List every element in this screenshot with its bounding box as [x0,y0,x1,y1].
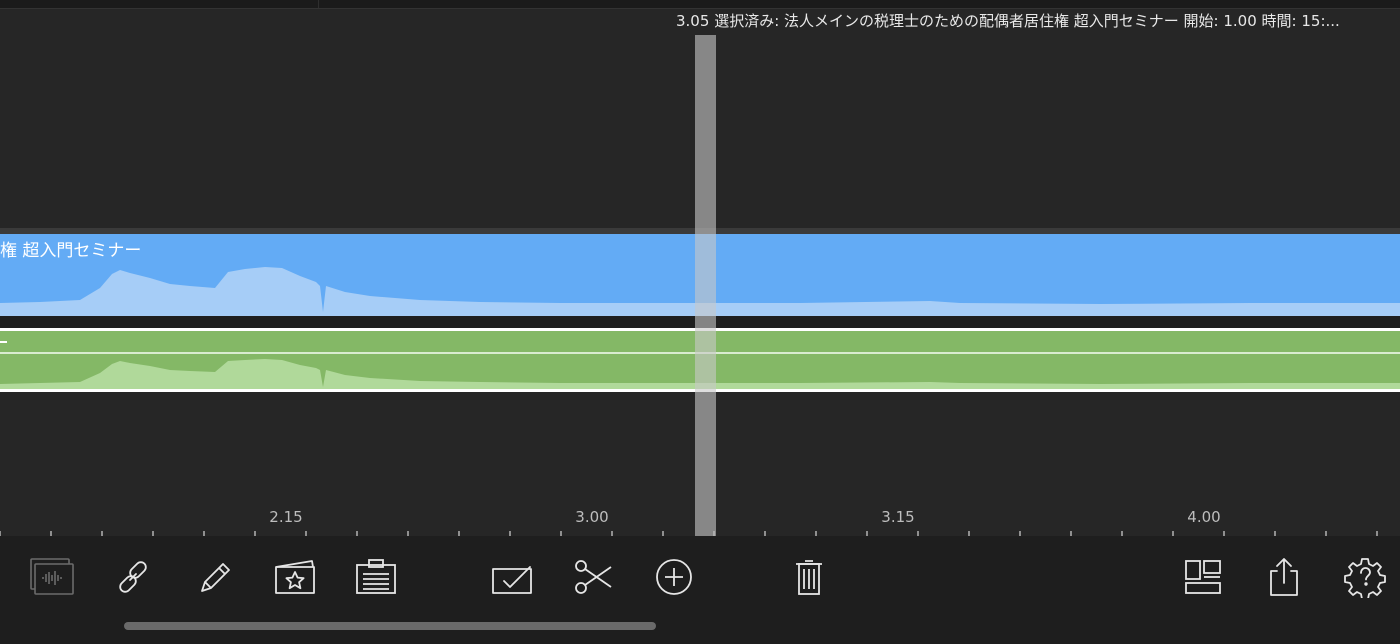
trash-icon[interactable] [784,554,834,600]
pencil-icon[interactable] [189,554,239,600]
selection-status: 3.05 選択済み: 法人メインの税理士のための配偶者居住権 超入門セミナー 開… [676,10,1388,32]
help-gear-icon[interactable] [1340,554,1390,600]
top-bar [0,0,1400,9]
playhead[interactable] [695,35,716,536]
add-circle-icon[interactable] [649,554,699,600]
horizontal-scrollbar[interactable] [124,622,656,630]
scissors-icon[interactable] [568,554,618,600]
ruler-label: 3.00 [575,508,609,526]
link-icon[interactable] [108,554,158,600]
audio-clip-icon[interactable] [27,554,77,600]
timeline-ruler[interactable]: 2.15 3.00 3.15 4.00 [0,500,1400,536]
top-bar-line [0,8,1400,9]
top-bar-separator [318,0,319,8]
ruler-label: 3.15 [881,508,915,526]
selection-text: 選択済み: 法人メインの税理士のための配偶者居住権 超入門セミナー 開始: 1.… [714,12,1340,30]
favorite-card-icon[interactable] [270,554,320,600]
ruler-label: 4.00 [1187,508,1221,526]
clip-title: 権 超入門セミナー [0,241,142,261]
bottom-toolbar [0,536,1400,644]
checkbox-icon[interactable] [487,554,537,600]
share-icon[interactable] [1259,554,1309,600]
clipboard-icon[interactable] [351,554,401,600]
ruler-label: 2.15 [269,508,303,526]
layout-icon[interactable] [1178,554,1228,600]
playhead-time: 3.05 [676,12,710,30]
